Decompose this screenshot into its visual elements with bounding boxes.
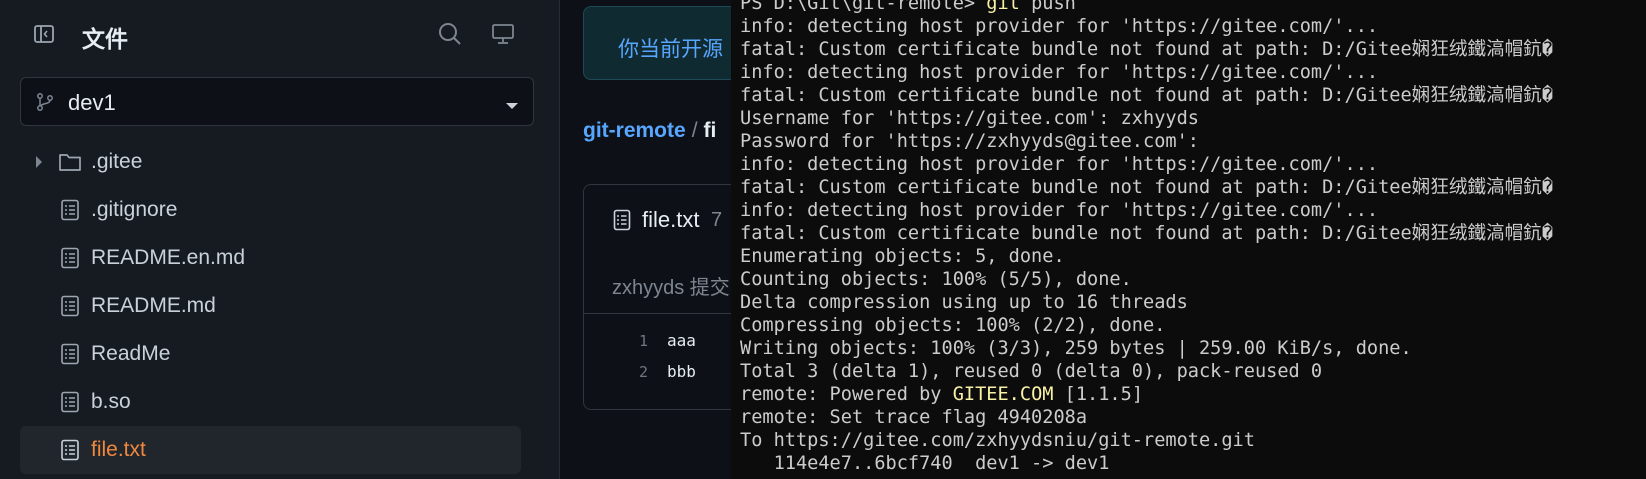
tree-file-readme-en[interactable]: README.en.md	[20, 234, 521, 282]
tree-item-label: README.md	[91, 294, 216, 317]
line-content: bbb	[667, 362, 696, 381]
tree-folder-gitee[interactable]: .gitee	[20, 138, 521, 186]
terminal-window[interactable]: PS D:\Git\git-remote> git push info: det…	[731, 0, 1646, 479]
sidebar-title: 文件	[82, 26, 128, 52]
terminal-line: Password for 'https://zxhyyds@gitee.com'…	[740, 131, 1199, 152]
tree-file-b-so[interactable]: b.so	[20, 378, 521, 426]
terminal-line: info: detecting host provider for 'https…	[740, 16, 1379, 37]
tree-file-file-txt[interactable]: file.txt	[20, 426, 521, 474]
tree-item-label: .gitignore	[91, 198, 178, 221]
search-icon[interactable]	[437, 21, 463, 47]
git-branch-icon	[35, 92, 55, 112]
terminal-line: info: detecting host provider for 'https…	[740, 200, 1379, 221]
tree-item-label: README.en.md	[91, 246, 246, 269]
terminal-line: info: detecting host provider for 'https…	[740, 62, 1379, 83]
file-name: file.txt	[642, 207, 700, 232]
commit-info: zxhyyds 提交	[612, 277, 730, 299]
tree-item-label: ReadMe	[91, 342, 171, 365]
terminal-line: fatal: Custom certificate bundle not fou…	[740, 85, 1554, 106]
terminal-line: info: detecting host provider for 'https…	[740, 154, 1379, 175]
breadcrumb-repo-link[interactable]: git-remote	[583, 119, 686, 142]
notice-text: 你当前开源	[618, 38, 723, 61]
breadcrumb-separator: /	[691, 119, 698, 142]
terminal-line: Username for 'https://gitee.com': zxhyyd…	[740, 108, 1199, 129]
terminal-line: Enumerating objects: 5, done.	[740, 246, 1065, 267]
tree-item-label: b.so	[91, 390, 131, 413]
terminal-line: fatal: Custom certificate bundle not fou…	[740, 39, 1554, 60]
file-explorer-sidebar: 文件 dev1 .gitee .gitignore README.en.md R…	[0, 0, 560, 479]
file-text-icon	[60, 391, 80, 413]
file-text-icon	[60, 247, 80, 269]
file-size: 7	[711, 209, 723, 231]
file-text-icon	[613, 209, 631, 231]
terminal-line: PS D:\Git\git-remote> git push	[740, 0, 1076, 14]
tree-file-gitignore[interactable]: .gitignore	[20, 186, 521, 234]
screen: 文件 dev1 .gitee .gitignore README.en.md R…	[0, 0, 1646, 479]
terminal-line: remote: Powered by GITEE.COM [1.1.5]	[740, 384, 1144, 405]
sidebar-toggle-icon[interactable]	[32, 22, 56, 46]
branch-name: dev1	[68, 90, 116, 115]
terminal-line: 114e4e7..6bcf740 dev1 -> dev1	[740, 453, 1110, 474]
line-number[interactable]: 2	[628, 363, 648, 381]
chevron-right-icon[interactable]	[34, 155, 44, 169]
sidebar-header: 文件	[0, 0, 560, 68]
terminal-line: Writing objects: 100% (3/3), 259 bytes |…	[740, 338, 1412, 359]
file-text-icon	[60, 343, 80, 365]
tree-item-label: file.txt	[91, 438, 146, 461]
breadcrumb-file: fi	[703, 119, 717, 142]
terminal-line: Counting objects: 100% (5/5), done.	[740, 269, 1132, 290]
folder-icon	[58, 151, 82, 173]
file-text-icon	[60, 199, 80, 221]
breadcrumb: git-remote / fi	[583, 119, 716, 143]
terminal-line: Total 3 (delta 1), reused 0 (delta 0), p…	[740, 361, 1323, 382]
terminal-line: remote: Set trace flag 4940208a	[740, 407, 1088, 428]
monitor-icon[interactable]	[490, 21, 516, 47]
terminal-line: fatal: Custom certificate bundle not fou…	[740, 223, 1554, 244]
terminal-line: Delta compression using up to 16 threads	[740, 292, 1188, 313]
caret-down-icon	[505, 98, 519, 109]
terminal-line: Compressing objects: 100% (2/2), done.	[740, 315, 1166, 336]
branch-selector[interactable]: dev1	[20, 77, 534, 126]
file-text-icon	[60, 439, 80, 461]
tree-file-readme-plain[interactable]: ReadMe	[20, 330, 521, 378]
tree-item-label: .gitee	[91, 150, 143, 173]
tree-file-readme[interactable]: README.md	[20, 282, 521, 330]
line-number[interactable]: 1	[628, 332, 648, 350]
file-text-icon	[60, 295, 80, 317]
terminal-line: To https://gitee.com/zxhyydsniu/git-remo…	[740, 430, 1255, 451]
terminal-line: fatal: Custom certificate bundle not fou…	[740, 177, 1554, 198]
line-content: aaa	[667, 331, 696, 350]
